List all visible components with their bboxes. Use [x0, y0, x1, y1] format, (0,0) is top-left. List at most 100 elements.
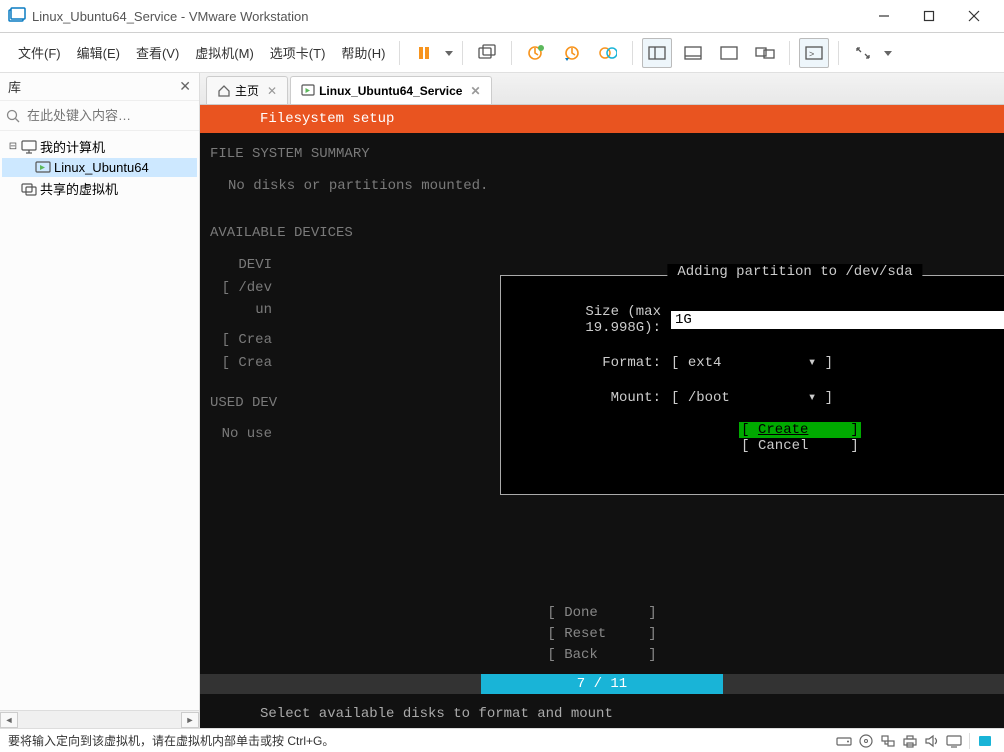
library-close-icon[interactable]: ✕: [179, 78, 191, 95]
separator: [789, 41, 790, 65]
send-ctrl-alt-del-icon[interactable]: [472, 38, 502, 68]
format-label: Format:: [531, 355, 671, 371]
library-title: 库: [8, 77, 179, 96]
sound-icon[interactable]: [921, 732, 943, 750]
view-fullscreen-icon[interactable]: [714, 38, 744, 68]
separator: [838, 41, 839, 65]
snapshot-manager-icon[interactable]: [593, 38, 623, 68]
menubar: 文件(F) 编辑(E) 查看(V) 虚拟机(M) 选项卡(T) 帮助(H) >_: [0, 33, 1004, 73]
tab-close-icon[interactable]: ✕: [470, 84, 480, 98]
pause-button[interactable]: [409, 38, 439, 68]
menu-help[interactable]: 帮助(H): [333, 39, 393, 66]
home-icon: [217, 84, 231, 98]
chevron-down-icon: ▾: [808, 390, 816, 406]
tab-vm-label: Linux_Ubuntu64_Service: [319, 84, 462, 98]
tab-close-icon[interactable]: ✕: [267, 84, 277, 98]
bg-text: [ Crea: [210, 329, 272, 351]
close-button[interactable]: [951, 0, 996, 32]
minimize-button[interactable]: [861, 0, 906, 32]
mount-label: Mount:: [531, 390, 671, 406]
reset-button[interactable]: [ Reset ]: [200, 624, 1004, 645]
statusbar-message: 要将输入定向到该虚拟机，请在虚拟机内部单击或按 Ctrl+G。: [8, 732, 833, 749]
separator: [632, 41, 633, 65]
view-multimon-icon[interactable]: [750, 38, 780, 68]
network-icon[interactable]: [877, 732, 899, 750]
scroll-right-icon[interactable]: ►: [181, 712, 199, 728]
scroll-left-icon[interactable]: ◄: [0, 712, 18, 728]
stretch-dropdown-icon[interactable]: [881, 38, 895, 68]
library-header: 库 ✕: [0, 73, 199, 101]
tree-node-shared-vms[interactable]: 共享的虚拟机: [2, 177, 197, 200]
separator: [462, 41, 463, 65]
vm-console[interactable]: Filesystem setup FILE SYSTEM SUMMARY No …: [200, 105, 1004, 728]
pause-dropdown-icon[interactable]: [442, 38, 456, 68]
window-titlebar: Linux_Ubuntu64_Service - VMware Workstat…: [0, 0, 1004, 33]
summary-title: FILE SYSTEM SUMMARY: [210, 143, 994, 165]
vmware-logo-icon: [8, 7, 26, 25]
available-title: AVAILABLE DEVICES: [210, 222, 994, 244]
svg-text:>_: >_: [809, 49, 820, 59]
menu-vm[interactable]: 虚拟机(M): [187, 39, 262, 66]
progress-bar: 7 / 11: [200, 674, 1004, 694]
main-panel: 主页 ✕ Linux_Ubuntu64_Service ✕ Filesystem…: [200, 73, 1004, 728]
vm-running-icon: [301, 84, 315, 98]
bg-text: No use: [210, 423, 272, 445]
printer-icon[interactable]: [899, 732, 921, 750]
display-icon[interactable]: [943, 732, 965, 750]
installer-hint: Select available disks to format and mou…: [200, 706, 1004, 722]
chevron-down-icon: ▾: [808, 355, 816, 371]
tree-collapse-icon[interactable]: ⊟: [6, 141, 20, 152]
mount-select[interactable]: [ /boot▾ ]: [671, 389, 833, 406]
window-title: Linux_Ubuntu64_Service - VMware Workstat…: [32, 9, 861, 24]
tree-root-label: 我的计算机: [40, 137, 105, 156]
maximize-button[interactable]: [906, 0, 951, 32]
tab-vm[interactable]: Linux_Ubuntu64_Service ✕: [290, 76, 491, 104]
size-input[interactable]: [671, 311, 1004, 329]
statusbar: 要将输入定向到该虚拟机，请在虚拟机内部单击或按 Ctrl+G。: [0, 728, 1004, 752]
installer-header: Filesystem setup: [200, 105, 1004, 133]
summary-msg: No disks or partitions mounted.: [210, 175, 994, 197]
library-search-row: ▼: [0, 101, 199, 131]
vmware-tools-icon[interactable]: [974, 732, 996, 750]
menu-tabs[interactable]: 选项卡(T): [262, 39, 334, 66]
format-select[interactable]: [ ext4▾ ]: [671, 354, 833, 371]
create-button[interactable]: [ Create ]: [531, 422, 1004, 438]
separator: [399, 41, 400, 65]
stretch-icon[interactable]: [848, 38, 878, 68]
add-partition-dialog: Adding partition to /dev/sda Size (max 1…: [500, 275, 1004, 495]
view-unity-icon[interactable]: [678, 38, 708, 68]
cancel-button[interactable]: [ Cancel ]: [531, 438, 1004, 454]
bg-text: DEVI: [210, 254, 272, 276]
back-button[interactable]: [ Back ]: [200, 645, 1004, 666]
bg-text: un: [210, 299, 272, 321]
done-button[interactable]: [ Done ]: [200, 603, 1004, 624]
tab-home-label: 主页: [235, 82, 259, 99]
shared-vms-icon: [20, 182, 38, 196]
snapshot-take-icon[interactable]: [521, 38, 551, 68]
computer-icon: [20, 140, 38, 154]
view-console-icon[interactable]: [642, 38, 672, 68]
tree-node-linux-ubuntu[interactable]: Linux_Ubuntu64: [2, 158, 197, 177]
view-cycle-icon[interactable]: >_: [799, 38, 829, 68]
tree-node-label: 共享的虚拟机: [40, 179, 118, 198]
content-area: 库 ✕ ▼ ⊟ 我的计算机 Linux_Ubuntu: [0, 73, 1004, 728]
search-icon: [6, 109, 20, 123]
tree-node-label: Linux_Ubuntu64: [54, 160, 149, 175]
menu-view[interactable]: 查看(V): [128, 39, 187, 66]
size-row: Size (max 19.998G):: [531, 304, 1004, 336]
dialog-title: Adding partition to /dev/sda: [667, 264, 922, 280]
bg-text: [ /dev: [210, 277, 272, 299]
separator: [969, 733, 970, 749]
library-search-input[interactable]: [24, 105, 206, 126]
menu-file[interactable]: 文件(F): [10, 39, 69, 66]
snapshot-revert-icon[interactable]: [557, 38, 587, 68]
format-row: Format: [ ext4▾ ]: [531, 354, 1004, 371]
menu-edit[interactable]: 编辑(E): [69, 39, 128, 66]
tree-root-my-computer[interactable]: ⊟ 我的计算机: [2, 135, 197, 158]
installer-footer: [ Done ] [ Reset ] [ Back ] 7 / 11: [200, 603, 1004, 694]
hard-disk-icon[interactable]: [833, 732, 855, 750]
tab-home[interactable]: 主页 ✕: [206, 76, 288, 104]
cd-dvd-icon[interactable]: [855, 732, 877, 750]
sidebar-horizontal-scrollbar[interactable]: ◄ ►: [0, 710, 199, 728]
tabbar: 主页 ✕ Linux_Ubuntu64_Service ✕: [200, 73, 1004, 105]
